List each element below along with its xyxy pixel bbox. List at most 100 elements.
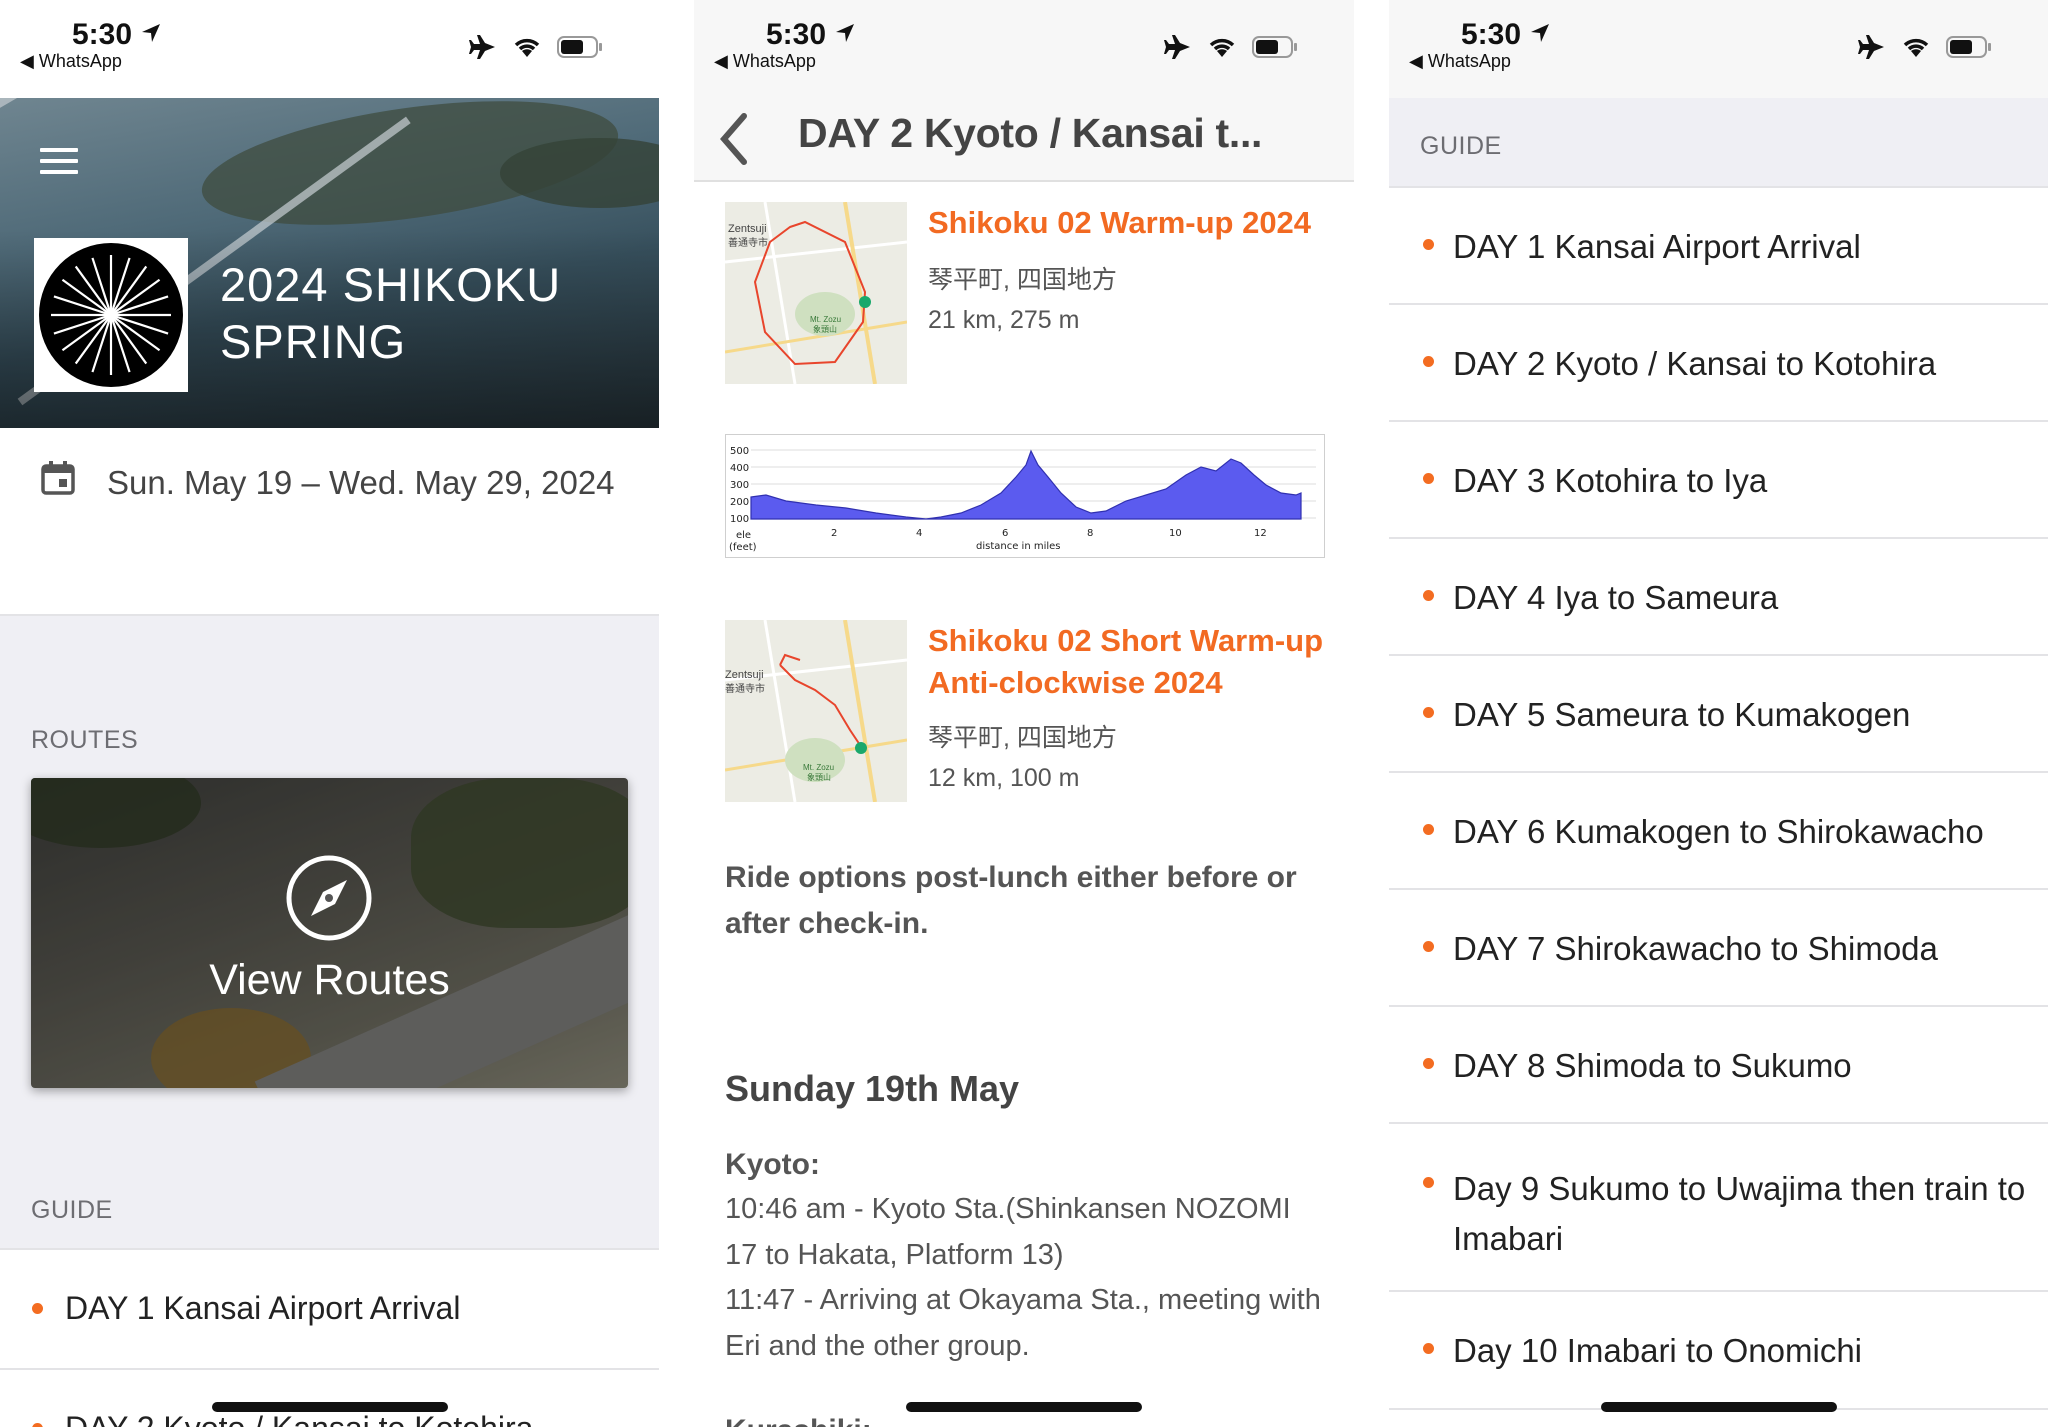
map-city-label: Zentsuji — [728, 223, 767, 235]
schedule-item: 11:47 - Arriving at Okayama Sta., meetin… — [725, 1284, 1321, 1362]
guide-item-day9[interactable]: Day 9 Sukumo to Uwajima then train to Im… — [1389, 1124, 2048, 1292]
bullet-dot — [32, 1303, 43, 1314]
home-indicator[interactable] — [1601, 1402, 1837, 1412]
guide-item-label: DAY 7 Shirokawacho to Shimoda — [1453, 930, 1938, 967]
ride-note: Ride options post-lunch either before or… — [725, 861, 1297, 940]
route-name[interactable]: Shikoku 02 Warm-up 2024 — [928, 202, 1328, 244]
map-peak-label-jp: 象頭山 — [813, 324, 837, 334]
location-arrow-icon — [836, 24, 854, 42]
location-arrow-icon — [142, 24, 160, 42]
guide-item-day1[interactable]: DAY 1 Kansai Airport Arrival — [0, 1248, 659, 1370]
route-name[interactable]: Shikoku 02 Short Warm-up Anti-clockwise … — [928, 620, 1328, 704]
status-bar: 5:30 ◀ WhatsApp — [694, 0, 1354, 98]
guide-item-label: Day 10 Imabari to Onomichi — [1453, 1332, 1863, 1369]
day-heading: Sunday 19th May — [725, 1068, 1020, 1109]
airplane-icon — [469, 35, 495, 59]
guide-item-day2[interactable]: DAY 2 Kyoto / Kansai to Kotohira — [0, 1370, 659, 1427]
bullet-dot — [1423, 941, 1434, 952]
y-axis-label: ele — [736, 530, 751, 541]
navigation-bar: DAY 2 Kyoto / Kansai t... — [694, 98, 1354, 182]
compass-icon — [286, 855, 372, 941]
guide-item-day10[interactable]: Day 10 Imabari to Onomichi — [1389, 1292, 2048, 1410]
trip-title: 2024 SHIKOKU SPRING — [220, 256, 561, 370]
guide-item-day4[interactable]: DAY 4 Iya to Sameura — [1389, 539, 2048, 656]
y-tick-label: 400 — [730, 463, 749, 474]
route-stats: 21 km, 275 m — [928, 306, 1080, 334]
bullet-dot — [1423, 707, 1434, 718]
guide-item-day7[interactable]: DAY 7 Shirokawacho to Shimoda — [1389, 890, 2048, 1007]
guide-item-day5[interactable]: DAY 5 Sameura to Kumakogen — [1389, 656, 2048, 773]
y-tick-label: 500 — [730, 446, 749, 457]
x-tick-label: 10 — [1169, 528, 1182, 539]
airplane-icon — [1858, 35, 1884, 59]
bullet-dot — [1423, 239, 1434, 250]
bullet-dot — [1423, 473, 1434, 484]
status-icons — [1858, 34, 1992, 60]
map-city-label-jp: 善通寺市 — [728, 236, 768, 249]
back-to-app-link[interactable]: ◀ WhatsApp — [20, 51, 122, 72]
status-time: 5:30 — [72, 18, 133, 51]
chevron-left-icon[interactable] — [714, 110, 754, 168]
bullet-dot — [1423, 824, 1434, 835]
bullet-dot — [1423, 590, 1434, 601]
status-icons — [1164, 34, 1298, 60]
y-tick-label: 300 — [730, 480, 749, 491]
guide-item-day3[interactable]: DAY 3 Kotohira to Iya — [1389, 422, 2048, 539]
trip-overview-screen: 5:30 ◀ WhatsApp 2024 SHIKOKU SPRING Sun.… — [0, 0, 659, 1427]
view-routes-card[interactable]: View Routes — [31, 778, 628, 1088]
back-to-app-link[interactable]: ◀ WhatsApp — [1409, 51, 1511, 72]
status-time: 5:30 — [1461, 18, 1522, 51]
guide-item-label: Day 9 Sukumo to Uwajima then train to Im… — [1453, 1164, 2033, 1264]
guide-item-day1[interactable]: DAY 1 Kansai Airport Arrival — [1389, 188, 2048, 305]
guide-item-label-text: Day 9 Sukumo to Uwajima then train to Im… — [1453, 1170, 2026, 1257]
route-item[interactable]: Zentsuji 善通寺市 Mt. Zozu 象頭山 Shikoku 02 Wa… — [725, 202, 1345, 384]
trip-title-line2: SPRING — [220, 315, 407, 368]
guide-item-label: DAY 1 Kansai Airport Arrival — [1453, 228, 1861, 265]
guide-item-label: DAY 1 Kansai Airport Arrival — [65, 1290, 461, 1326]
guide-header: GUIDE — [1389, 98, 2048, 188]
y-axis-unit: (feet) — [729, 542, 757, 553]
bullet-dot — [1423, 1343, 1434, 1354]
back-app-name: WhatsApp — [1427, 51, 1511, 71]
elevation-area — [750, 449, 1302, 520]
status-bar: 5:30 ◀ WhatsApp — [1389, 0, 2048, 98]
route-stats: 12 km, 100 m — [928, 764, 1080, 792]
home-indicator[interactable] — [212, 1402, 448, 1412]
guide-item-label: DAY 8 Shimoda to Sukumo — [1453, 1047, 1852, 1084]
guide-item-day8[interactable]: DAY 8 Shimoda to Sukumo — [1389, 1007, 2048, 1124]
wifi-icon — [1209, 38, 1235, 57]
trip-logo — [34, 238, 188, 392]
page-title: DAY 2 Kyoto / Kansai t... — [798, 110, 1263, 156]
status-time: 5:30 — [766, 18, 827, 51]
guide-section-label: GUIDE — [31, 1196, 113, 1224]
day-detail-screen: 5:30 ◀ WhatsApp DAY 2 Kyoto / Kansai t..… — [694, 0, 1354, 1427]
guide-item-label: DAY 6 Kumakogen to Shirokawacho — [1453, 813, 1984, 850]
y-tick-label: 200 — [730, 497, 749, 508]
x-tick-label: 12 — [1254, 528, 1267, 539]
guide-item-label: DAY 5 Sameura to Kumakogen — [1453, 696, 1911, 733]
battery-icon — [557, 36, 602, 58]
x-tick-label: 2 — [831, 528, 837, 539]
route-map-thumbnail: Zentsuji 善通寺市 Mt. Zozu 象頭山 — [725, 620, 907, 802]
status-bar: 5:30 ◀ WhatsApp — [0, 0, 659, 98]
bullet-dot — [32, 1423, 43, 1427]
guide-item-day6[interactable]: DAY 6 Kumakogen to Shirokawacho — [1389, 773, 2048, 890]
back-to-app-link[interactable]: ◀ WhatsApp — [714, 51, 816, 72]
home-indicator[interactable] — [906, 1402, 1142, 1412]
location-arrow-icon — [1531, 24, 1549, 42]
trip-dates: Sun. May 19 – Wed. May 29, 2024 — [107, 464, 615, 501]
guide-item-day2[interactable]: DAY 2 Kyoto / Kansai to Kotohira — [1389, 305, 2048, 422]
guide-item-label: DAY 4 Iya to Sameura — [1453, 579, 1779, 616]
schedule-item: 10:46 am - Kyoto Sta.(Shinkansen NOZOMI … — [725, 1193, 1291, 1271]
wifi-icon — [514, 38, 540, 57]
x-tick-label: 4 — [916, 528, 922, 539]
wheel-logo-icon — [39, 243, 183, 387]
city-heading: Kyoto: — [725, 1148, 820, 1181]
menu-icon[interactable] — [40, 148, 78, 181]
y-tick-label: 100 — [730, 514, 749, 525]
trip-title-line1: 2024 SHIKOKU — [220, 258, 562, 311]
trip-dates-section — [0, 428, 659, 616]
map-city-label-jp: 善通寺市 — [725, 682, 765, 695]
trip-hero-banner: 2024 SHIKOKU SPRING — [0, 98, 659, 428]
route-item[interactable]: Zentsuji 善通寺市 Mt. Zozu 象頭山 Shikoku 02 Sh… — [725, 620, 1345, 802]
